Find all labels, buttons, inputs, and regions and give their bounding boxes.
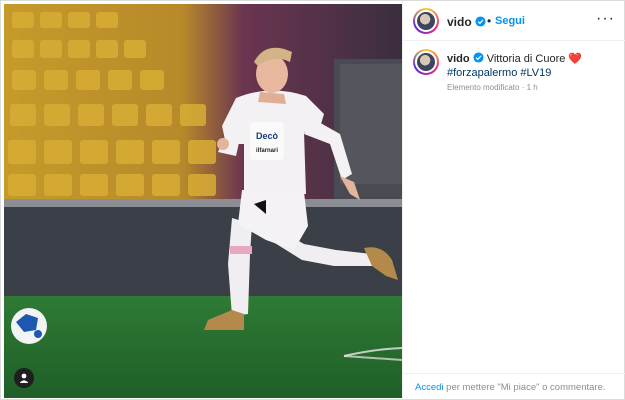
follow-button[interactable]: Segui	[495, 15, 525, 27]
heart-emoji: ❤️	[568, 53, 583, 65]
verified-badge-icon	[475, 16, 486, 27]
login-link[interactable]: Accedi	[415, 382, 444, 393]
post-time[interactable]: 1 h	[527, 83, 538, 92]
login-prompt-text: per mettere "Mi piace" o commentare.	[446, 382, 606, 393]
login-footer: Accedi per mettere "Mi piace" o commenta…	[403, 373, 625, 400]
post-header: vido • Segui ···	[403, 1, 625, 41]
caption-avatar[interactable]	[413, 49, 439, 75]
verified-badge-icon	[473, 52, 484, 63]
caption-hashtags[interactable]: #forzapalermo #LV19	[447, 67, 551, 79]
username-text[interactable]: vido	[447, 15, 472, 29]
more-options-icon[interactable]: ···	[596, 11, 615, 27]
svg-text:Decò: Decò	[256, 131, 279, 141]
caption-username[interactable]: vido	[447, 52, 484, 65]
avatar[interactable]	[413, 8, 439, 34]
svg-text:ilfarnari: ilfarnari	[256, 148, 278, 154]
instagram-post-frame: Decò ilfarnari vido • Segui ··· vido Vit…	[0, 0, 625, 400]
football-player-photo: Decò ilfarnari	[4, 4, 402, 398]
caption-body: Vittoria di Cuore	[486, 53, 566, 65]
user-icon	[19, 373, 29, 383]
post-meta: Elemento modificato · 1 h	[447, 83, 538, 92]
login-prompt: Accedi per mettere "Mi piace" o commenta…	[415, 382, 606, 393]
meta-separator: ·	[519, 83, 527, 92]
caption-username-text[interactable]: vido	[447, 53, 470, 65]
edited-label: Elemento modificato	[447, 83, 520, 92]
header-username[interactable]: vido	[447, 15, 486, 29]
caption-text: vido Vittoria di Cuore ❤️ #forzapalermo …	[447, 52, 617, 80]
tagged-users-button[interactable]	[14, 368, 34, 388]
separator-dot: •	[487, 14, 492, 28]
post-side-panel: vido • Segui ··· vido Vittoria di Cuore …	[402, 1, 625, 400]
post-photo[interactable]: Decò ilfarnari	[4, 4, 402, 398]
